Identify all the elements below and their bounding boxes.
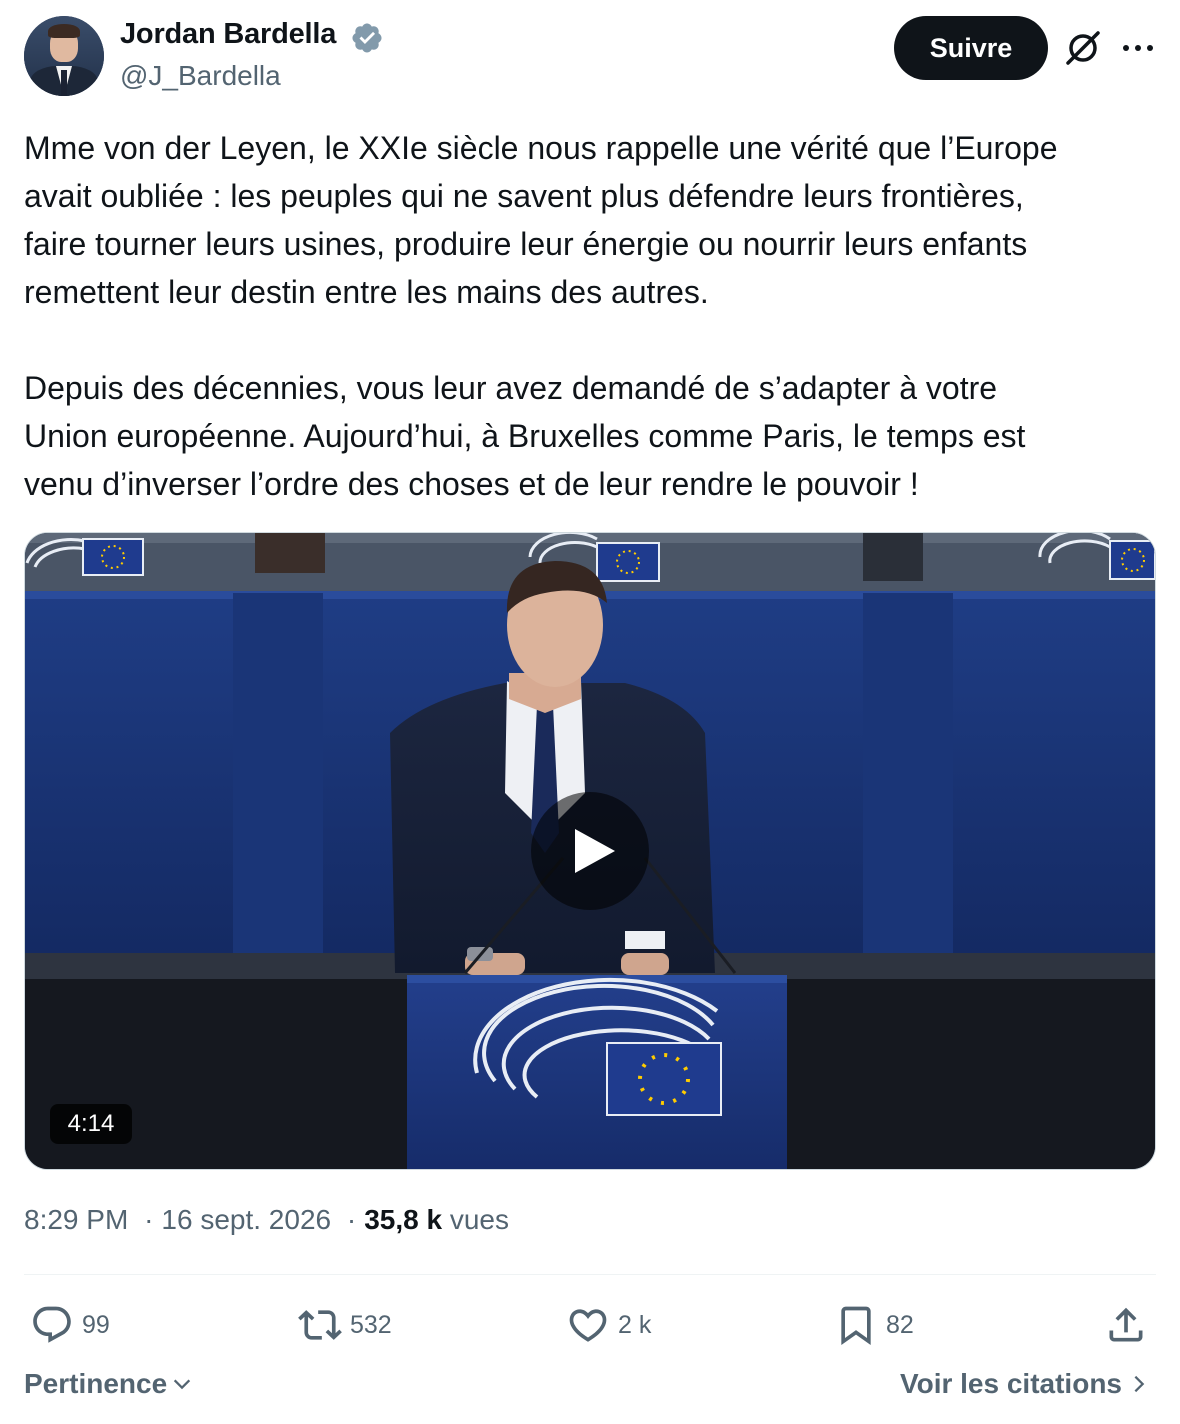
bookmark-button[interactable]: 82: [834, 1300, 914, 1350]
views-count: 35,8 k: [364, 1204, 443, 1235]
views-label: vues: [449, 1204, 509, 1235]
bookmark-count: 82: [886, 1310, 914, 1339]
tweet-meta: 8:29 PM · 16 sept. 2026 · 35,8 k vues: [24, 1204, 509, 1236]
play-icon: [575, 829, 615, 873]
reply-icon: [33, 1306, 71, 1343]
sort-label: Pertinence: [24, 1368, 168, 1399]
video-duration: 4:14: [50, 1104, 132, 1144]
repost-icon: [298, 1310, 342, 1340]
play-button[interactable]: [531, 792, 649, 910]
podium: [407, 975, 787, 1169]
chevron-down-icon: [174, 1379, 191, 1390]
divider: [24, 1274, 1156, 1275]
tweet-text: Mme von der Leyen, le XXIe siècle nous r…: [24, 124, 1156, 508]
more-icon[interactable]: [1120, 38, 1156, 58]
grok-icon[interactable]: [1063, 28, 1103, 68]
tweet-date[interactable]: 16 sept. 2026: [161, 1204, 331, 1235]
repost-button[interactable]: 532: [298, 1300, 392, 1350]
tweet-paragraph: Depuis des décennies, vous leur avez dem…: [24, 370, 1026, 502]
avatar[interactable]: [24, 16, 104, 96]
bookmark-icon: [841, 1306, 871, 1346]
author-handle[interactable]: @J_Bardella: [120, 60, 281, 92]
share-icon: [1109, 1307, 1143, 1342]
quotes-label: Voir les citations: [900, 1368, 1122, 1399]
author-name[interactable]: Jordan Bardella: [120, 18, 336, 51]
verified-badge-icon: [352, 23, 382, 53]
heart-icon: [569, 1309, 607, 1342]
repost-count: 532: [350, 1310, 392, 1339]
sort-dropdown[interactable]: Pertinence: [24, 1368, 193, 1400]
like-count: 2 k: [618, 1310, 652, 1339]
reply-count: 99: [82, 1310, 110, 1339]
meta-separator: ·: [346, 1204, 357, 1235]
follow-button[interactable]: Suivre: [894, 16, 1048, 80]
tweet-paragraph: Mme von der Leyen, le XXIe siècle nous r…: [24, 130, 1058, 310]
reply-button[interactable]: 99: [30, 1300, 110, 1350]
view-quotes-link[interactable]: Voir les citations: [900, 1368, 1150, 1400]
meta-separator: ·: [144, 1204, 154, 1235]
like-button[interactable]: 2 k: [566, 1300, 651, 1350]
chevron-right-icon: [1134, 1375, 1145, 1393]
share-button[interactable]: [1104, 1300, 1148, 1350]
tweet-time[interactable]: 8:29 PM: [24, 1204, 128, 1235]
